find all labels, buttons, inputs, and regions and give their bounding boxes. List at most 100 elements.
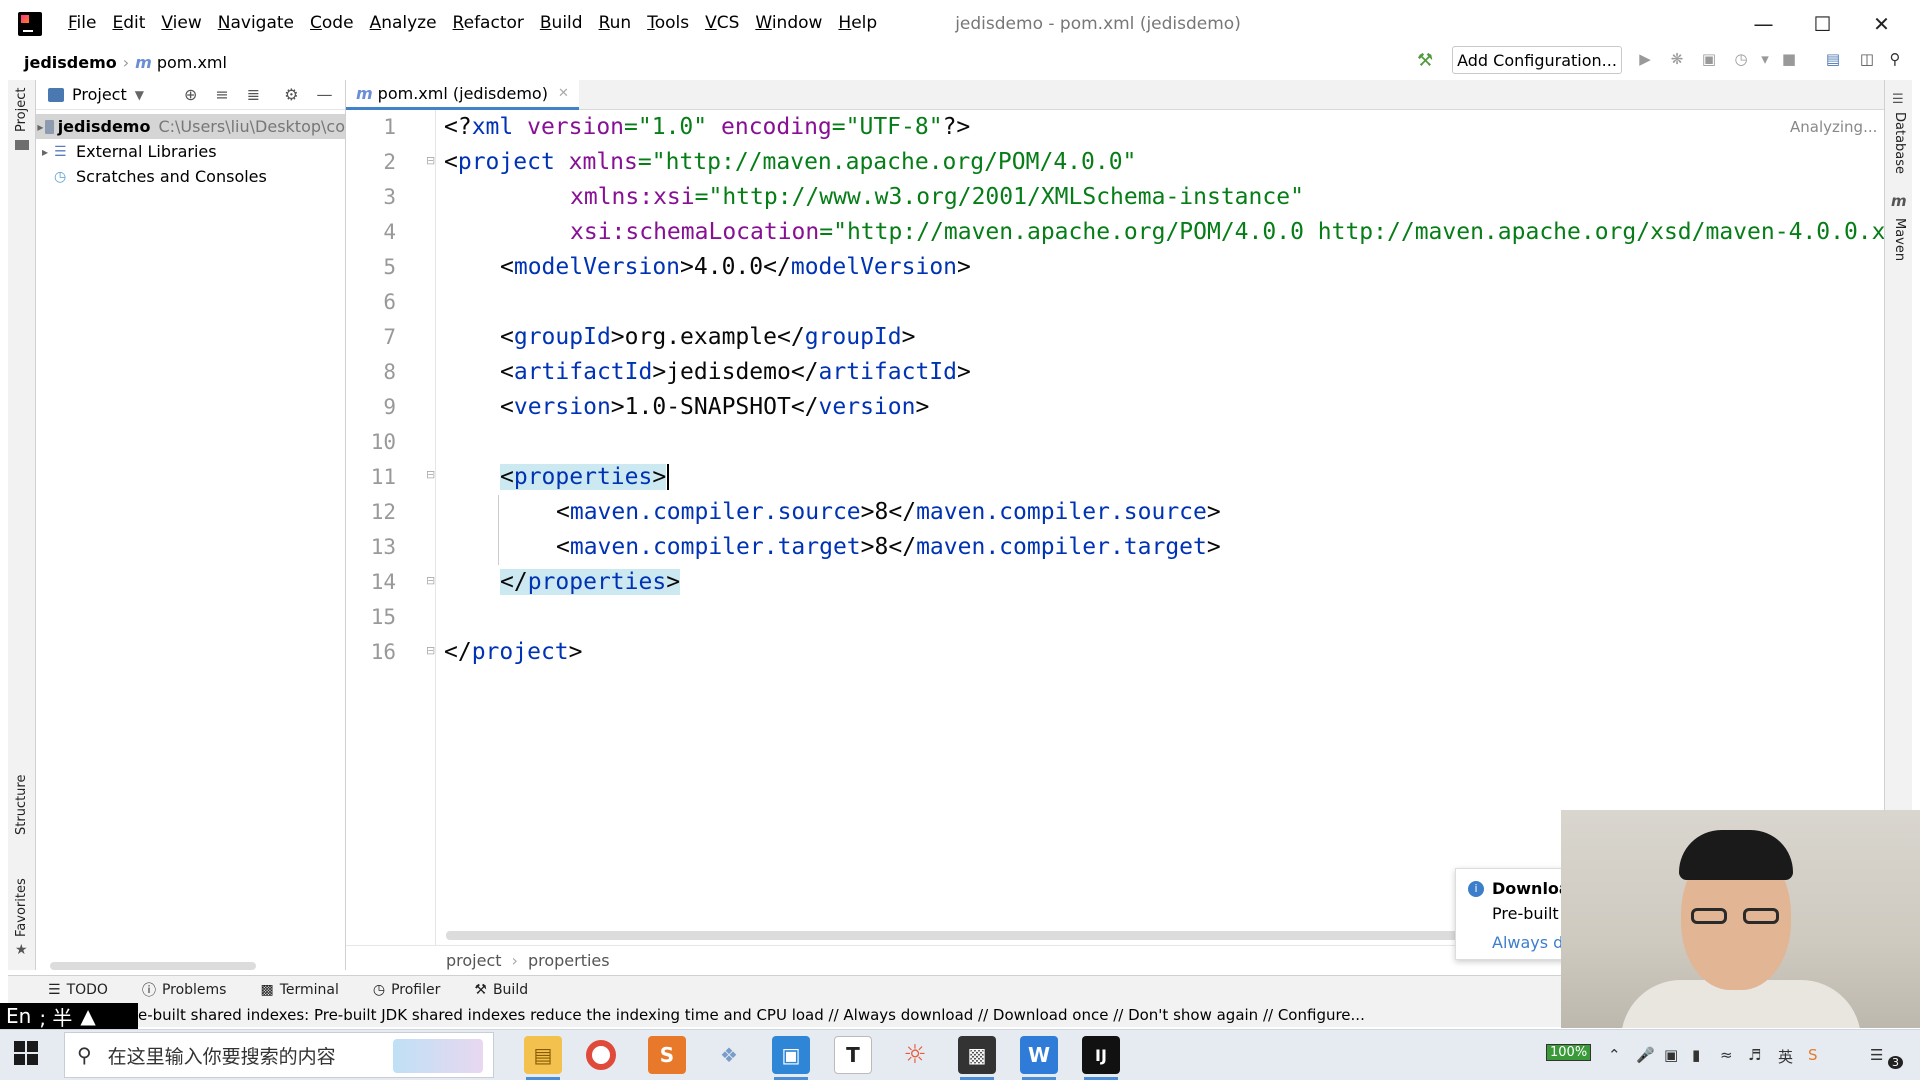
menu-code[interactable]: Code bbox=[302, 0, 362, 47]
close-button[interactable]: ✕ bbox=[1852, 0, 1911, 47]
debug-icon[interactable]: ❋ bbox=[1668, 50, 1686, 68]
menu-view[interactable]: View bbox=[153, 0, 209, 47]
line-number: 15 bbox=[370, 605, 396, 629]
terminal-app-icon[interactable]: ▩ bbox=[958, 1036, 996, 1080]
menu-refactor[interactable]: Refactor bbox=[445, 0, 532, 47]
feather-icon[interactable]: ❖ bbox=[710, 1036, 748, 1074]
battery-indicator[interactable]: 100% bbox=[1546, 1044, 1592, 1061]
fold-end-icon[interactable]: ⊟ bbox=[426, 644, 435, 657]
chevron-right-icon[interactable]: ▸ bbox=[36, 145, 54, 159]
hide-icon[interactable]: — bbox=[317, 85, 333, 104]
chevron-right-icon[interactable]: ▸ bbox=[36, 120, 45, 134]
taskbar-search-box[interactable]: ⚲ 在这里输入你要搜索的内容 bbox=[64, 1032, 494, 1078]
tree-item-jedisdemo[interactable]: ▸ jedisdemo C:\Users\liu\Desktop\co bbox=[36, 114, 345, 139]
search-icon[interactable]: ⚲ bbox=[1886, 50, 1904, 68]
line-number: 7 bbox=[383, 325, 396, 349]
search-placeholder: 在这里输入你要搜索的内容 bbox=[107, 1045, 336, 1068]
remote-desktop-icon[interactable]: ▣ bbox=[772, 1036, 810, 1080]
code-line-13: <maven.compiler.target>8</maven.compiler… bbox=[556, 534, 1221, 560]
sogou-icon[interactable]: S bbox=[1808, 1046, 1818, 1064]
windows-start-icon[interactable] bbox=[14, 1041, 38, 1065]
project-panel: Project ▼ ⊕ ≡ ≣ ⚙ — ▸ jedisdemo C:\Users… bbox=[36, 80, 346, 970]
line-number: 4 bbox=[383, 220, 396, 244]
menu-build[interactable]: Build bbox=[532, 0, 591, 47]
tool-todo[interactable]: ☰ TODO bbox=[48, 982, 108, 998]
profile-icon[interactable]: ◷ bbox=[1732, 50, 1750, 68]
nav-file[interactable]: pom.xml bbox=[157, 53, 227, 72]
tree-item-external-libraries[interactable]: ▸ ☰ External Libraries bbox=[36, 139, 345, 164]
file-explorer-icon[interactable]: ▤ bbox=[524, 1036, 562, 1080]
ime-indicator[interactable]: En ; 半 ▲ bbox=[0, 1003, 138, 1030]
nav-project[interactable]: jedisdemo bbox=[24, 53, 117, 72]
maximize-button[interactable]: ☐ bbox=[1793, 0, 1852, 47]
layout-icon[interactable]: ◫ bbox=[1858, 50, 1876, 68]
run-icon[interactable]: ▶ bbox=[1636, 50, 1654, 68]
intellij-icon[interactable]: IJ bbox=[1082, 1036, 1120, 1080]
typora-icon[interactable]: T bbox=[834, 1036, 872, 1074]
chrome-icon[interactable] bbox=[586, 1040, 616, 1070]
collapse-all-icon[interactable]: ≣ bbox=[247, 85, 260, 104]
menu-navigate[interactable]: Navigate bbox=[210, 0, 302, 47]
gear-icon[interactable]: ⚙ bbox=[284, 85, 298, 104]
ime-tray-label[interactable]: 英 bbox=[1778, 1046, 1793, 1067]
info-icon: ⓘ bbox=[141, 982, 156, 999]
build-hammer-icon[interactable]: ⚒ bbox=[1417, 50, 1433, 71]
menu-edit[interactable]: Edit bbox=[104, 0, 153, 47]
chevron-down-icon[interactable]: ▼ bbox=[135, 88, 144, 102]
menu-vcs[interactable]: VCS bbox=[697, 0, 747, 47]
snail-icon[interactable]: ☼ bbox=[896, 1036, 934, 1074]
tool-window-favorites[interactable]: Favorites bbox=[14, 878, 29, 937]
breadcrumb-project[interactable]: project bbox=[446, 951, 502, 970]
notification-center-icon[interactable]: ☰ bbox=[1870, 1046, 1883, 1064]
menu-tools[interactable]: Tools bbox=[639, 0, 697, 47]
tab-pom-xml[interactable]: m pom.xml (jedisdemo) ✕ bbox=[346, 80, 579, 110]
line-number: 1 bbox=[383, 115, 396, 139]
stop-icon[interactable]: ■ bbox=[1780, 50, 1798, 68]
line-number-gutter: 1 2 3 4 5 6 7 8 9 10 11 12 13 14 15 16 ⊟… bbox=[346, 110, 436, 945]
indent-guide bbox=[498, 495, 499, 565]
tool-profiler[interactable]: ◷ Profiler bbox=[373, 982, 441, 998]
fold-end-icon[interactable]: ⊟ bbox=[426, 574, 435, 587]
expand-all-icon[interactable]: ≡ bbox=[215, 85, 228, 104]
left-tool-strip: Project Structure Favorites ★ bbox=[8, 80, 36, 970]
microphone-icon[interactable]: 🎤 bbox=[1636, 1046, 1655, 1064]
display-icon[interactable]: ▣ bbox=[1664, 1046, 1678, 1064]
chevron-down-icon[interactable]: ▾ bbox=[1756, 50, 1774, 68]
project-view-label[interactable]: Project bbox=[72, 85, 127, 104]
project-structure-icon[interactable]: ▤ bbox=[1824, 50, 1842, 68]
close-icon[interactable]: ✕ bbox=[558, 86, 569, 101]
sublime-text-icon[interactable]: S bbox=[648, 1036, 686, 1074]
wifi-icon[interactable]: ≈ bbox=[1720, 1046, 1733, 1064]
menu-run[interactable]: Run bbox=[591, 0, 640, 47]
horizontal-scrollbar[interactable] bbox=[50, 962, 256, 970]
menu-help[interactable]: Help bbox=[830, 0, 885, 47]
chevron-up-icon[interactable]: ⌃ bbox=[1608, 1046, 1621, 1064]
breadcrumb-properties[interactable]: properties bbox=[528, 951, 610, 970]
battery-icon[interactable]: ▮ bbox=[1692, 1046, 1700, 1064]
tool-terminal[interactable]: ▩ Terminal bbox=[260, 982, 338, 998]
volume-icon[interactable]: ♬ bbox=[1748, 1046, 1761, 1064]
minimize-button[interactable]: — bbox=[1734, 0, 1793, 47]
tool-build[interactable]: ⚒ Build bbox=[474, 982, 528, 998]
fold-icon[interactable]: ⊟ bbox=[426, 468, 435, 481]
status-message[interactable]: e-built shared indexes: Pre-built JDK sh… bbox=[138, 1006, 1365, 1024]
main-menu: File Edit View Navigate Code Analyze Ref… bbox=[60, 0, 885, 47]
locate-icon[interactable]: ⊕ bbox=[184, 85, 197, 104]
tool-window-database[interactable]: Database bbox=[1892, 112, 1907, 174]
tool-window-project[interactable]: Project bbox=[14, 88, 29, 132]
tool-window-structure[interactable]: Structure bbox=[14, 775, 29, 835]
info-icon: i bbox=[1468, 880, 1484, 897]
menu-window[interactable]: Window bbox=[747, 0, 830, 47]
tree-item-path: C:\Users\liu\Desktop\co bbox=[158, 117, 345, 136]
add-configuration-button[interactable]: Add Configuration... bbox=[1452, 46, 1622, 74]
code-line-12: <maven.compiler.source>8</maven.compiler… bbox=[556, 499, 1221, 525]
coverage-icon[interactable]: ▣ bbox=[1700, 50, 1718, 68]
menu-analyze[interactable]: Analyze bbox=[362, 0, 445, 47]
tool-problems[interactable]: ⓘ Problems bbox=[142, 980, 227, 1000]
code-line-3: xmlns:xsi="http://www.w3.org/2001/XMLSch… bbox=[570, 184, 1304, 210]
tool-window-maven[interactable]: Maven bbox=[1892, 218, 1907, 261]
menu-file[interactable]: File bbox=[60, 0, 104, 47]
wps-icon[interactable]: W bbox=[1020, 1036, 1058, 1080]
tree-item-scratches[interactable]: ◷ Scratches and Consoles bbox=[36, 164, 345, 189]
fold-icon[interactable]: ⊟ bbox=[426, 154, 435, 167]
